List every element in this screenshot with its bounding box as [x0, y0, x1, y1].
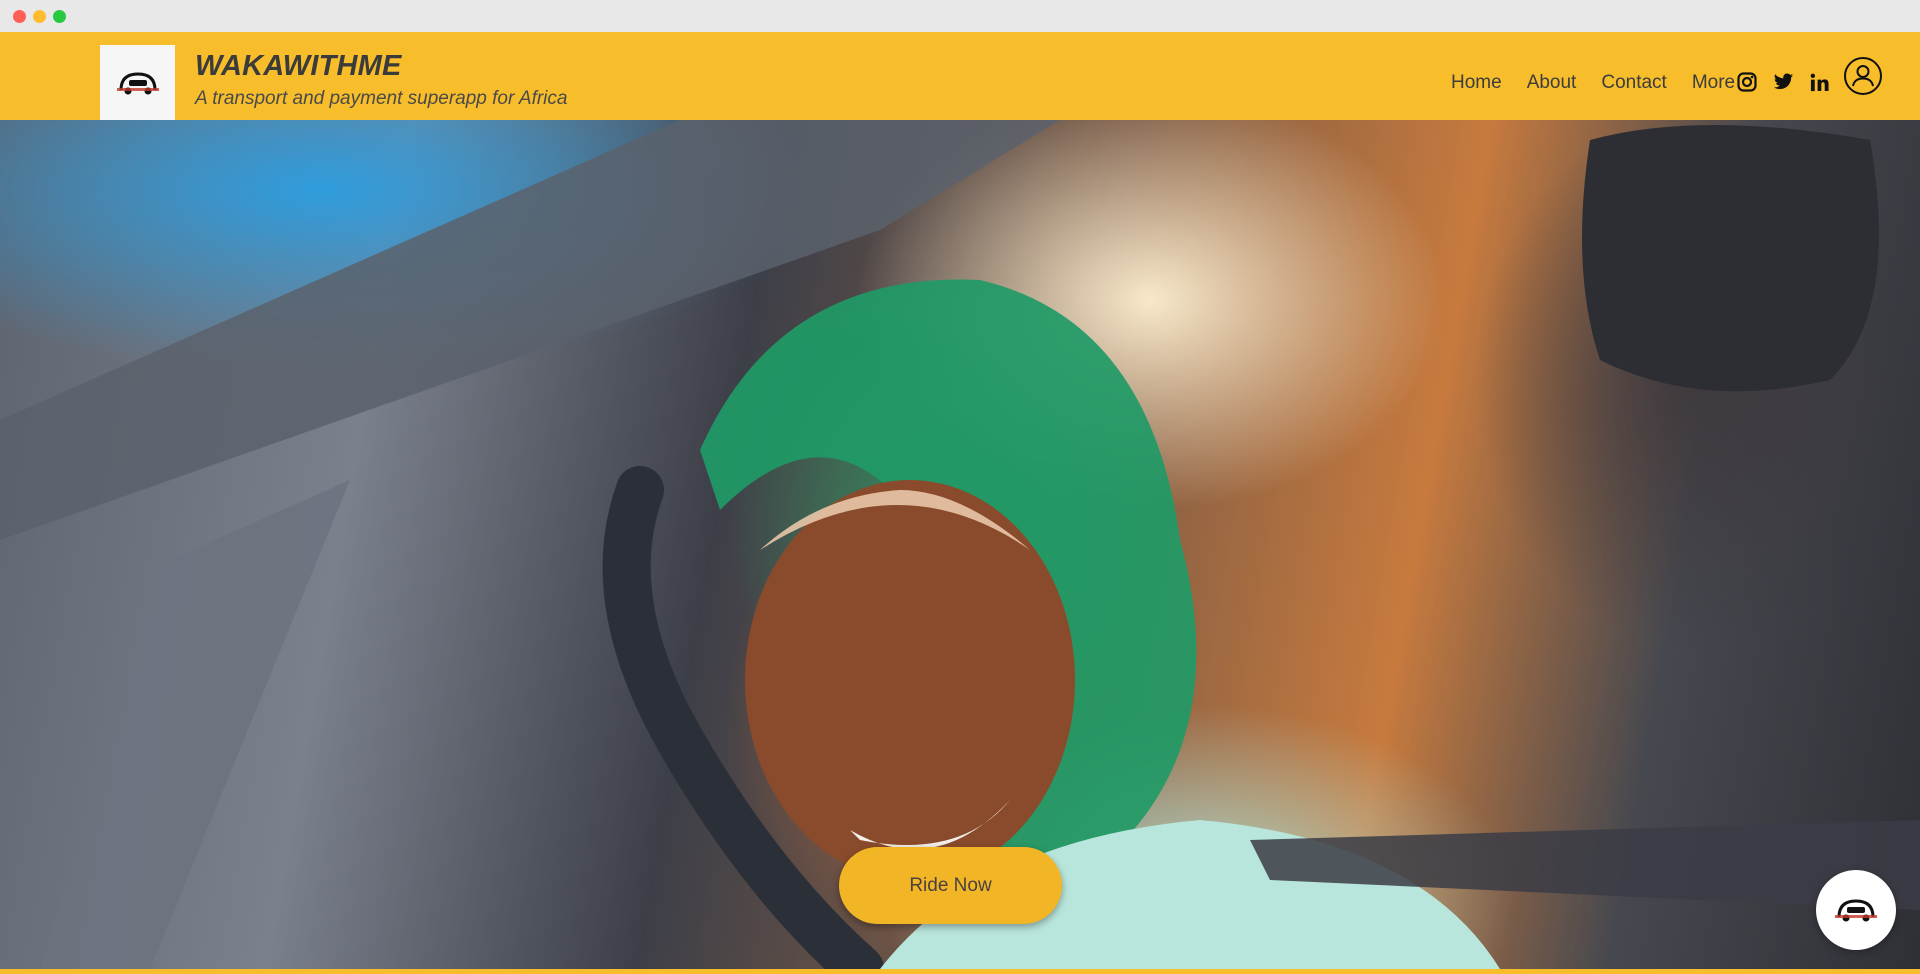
site-tagline: A transport and payment superapp for Afr…	[195, 88, 568, 109]
hero-image: Ride Now	[0, 120, 1920, 969]
hero-photo	[0, 120, 1920, 969]
minimize-window-button[interactable]	[33, 10, 46, 23]
user-account-icon	[1852, 65, 1874, 87]
nav-item-home[interactable]: Home	[1451, 72, 1502, 94]
nav-item-about[interactable]: About	[1527, 72, 1577, 94]
social-links	[1737, 72, 1845, 97]
site-logo[interactable]	[100, 45, 175, 120]
user-account-button[interactable]	[1844, 57, 1882, 95]
car-logo-icon	[116, 71, 159, 94]
instagram-icon[interactable]	[1737, 72, 1757, 97]
nav-item-more[interactable]: More	[1692, 72, 1735, 94]
twitter-icon[interactable]	[1773, 73, 1794, 96]
nav-item-contact[interactable]: Contact	[1601, 72, 1666, 94]
bottom-accent-bar	[0, 969, 1920, 974]
window-chrome	[0, 0, 1920, 32]
main-nav: Home About Contact More	[1451, 70, 1760, 96]
site-header: WAKAWITHME A transport and payment super…	[0, 32, 1920, 120]
ride-now-button[interactable]: Ride Now	[839, 847, 1062, 924]
car-logo-icon	[1835, 899, 1877, 922]
chat-widget-button[interactable]	[1816, 870, 1896, 950]
site-title[interactable]: WAKAWITHME	[195, 50, 402, 83]
close-window-button[interactable]	[13, 10, 26, 23]
linkedin-icon[interactable]	[1810, 73, 1829, 97]
maximize-window-button[interactable]	[53, 10, 66, 23]
